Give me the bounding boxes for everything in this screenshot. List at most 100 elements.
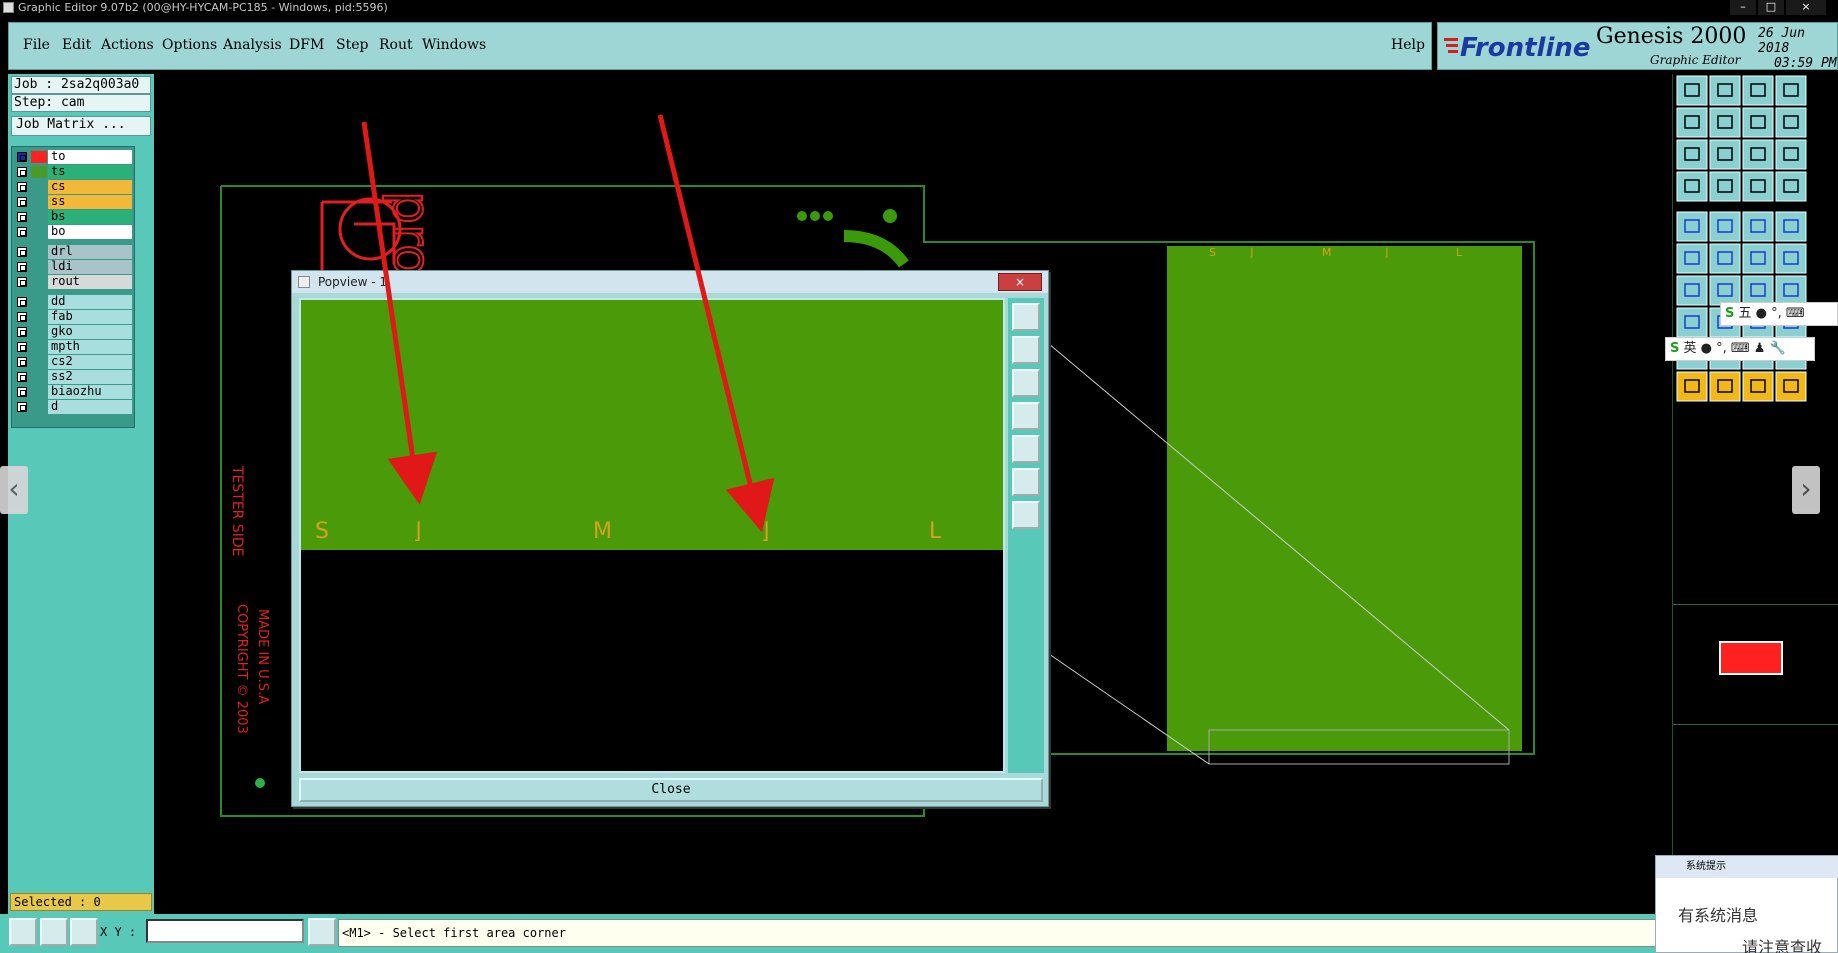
wrench-icon[interactable] [1775,275,1807,306]
layer-checkbox[interactable] [17,277,27,287]
popview-pan-left-icon[interactable] [1012,402,1040,430]
layer-checkbox[interactable] [17,357,27,367]
menu-actions[interactable]: Actions [101,37,154,53]
layer-checkbox[interactable] [17,227,27,237]
job-matrix-button[interactable]: Job Matrix ... [11,116,151,136]
layer-checkbox[interactable] [17,167,27,177]
point-icon[interactable] [1775,211,1807,242]
maximize-button[interactable]: □ [1758,0,1784,15]
menu-dfm[interactable]: DFM [289,37,324,53]
popview-close-x-button[interactable]: × [998,273,1042,291]
layer-checkbox[interactable] [17,387,27,397]
menu-edit[interactable]: Edit [62,37,91,53]
menu-help[interactable]: Help [1391,37,1425,53]
grid-mode-icon[interactable] [70,918,98,946]
layer-checkbox[interactable] [17,342,27,352]
menu-file[interactable]: File [23,37,50,53]
angle-icon[interactable] [1709,211,1741,242]
route-icon[interactable] [1775,243,1807,274]
pen-icon[interactable] [1742,275,1774,306]
copy-layer-icon[interactable] [1676,75,1708,106]
popview-zoom-window-icon[interactable] [1012,303,1040,331]
prev-arrow-icon[interactable]: ‹ [0,466,28,514]
layer-checkbox[interactable] [17,372,27,382]
layer-row-gko[interactable]: gko [12,325,136,339]
fit-height-icon[interactable] [1709,139,1741,170]
layer-checkbox[interactable] [17,197,27,207]
ruler-icon[interactable] [1742,211,1774,242]
minimize-button[interactable]: – [1730,0,1756,15]
align-left-icon[interactable] [1742,107,1774,138]
popview-zoom-out-icon[interactable] [1012,468,1040,496]
layer-checkbox[interactable] [17,327,27,337]
layer-row-ts[interactable]: ts [12,165,136,179]
layer-row-bo[interactable]: bo [12,225,136,239]
ime-bar[interactable]: S 五 ● °, ⌨ [1720,302,1838,326]
paste-layer-icon[interactable] [1709,75,1741,106]
pointer-alt-icon[interactable] [1709,371,1741,402]
pointer-icon[interactable] [1676,371,1708,402]
close-window-button[interactable]: × [1786,0,1826,15]
menu-rout[interactable]: Rout [379,37,413,53]
select-box-icon[interactable] [1676,307,1708,338]
layer-row-dd[interactable]: dd [12,295,136,309]
layer-row-d[interactable]: d [12,400,136,414]
split-view-icon[interactable] [1775,75,1807,106]
network-icon[interactable] [1676,243,1708,274]
move-left-icon[interactable] [1676,107,1708,138]
snap-mode-icon[interactable] [9,918,37,946]
layer-checkbox[interactable] [17,402,27,412]
move-right-icon[interactable] [1709,107,1741,138]
line-icon[interactable] [1676,275,1708,306]
next-arrow-icon[interactable]: › [1792,466,1820,514]
popview-pan-right-icon[interactable] [1012,435,1040,463]
layer-preview-swatch[interactable] [1719,641,1783,675]
layer-row-ss2[interactable]: ss2 [12,370,136,384]
home-icon[interactable] [1742,75,1774,106]
system-notification[interactable]: 系统提示 有系统消息 请注意查收 [1655,855,1838,953]
layer-row-cs2[interactable]: cs2 [12,355,136,369]
help-icon[interactable] [1775,139,1807,170]
curve-icon[interactable] [1709,275,1741,306]
camera-icon[interactable] [1676,211,1708,242]
layer-row-ldi[interactable]: ldi [12,260,136,274]
layer-row-drl[interactable]: drl [12,245,136,259]
cross-icon[interactable] [1709,243,1741,274]
layer-row-ss[interactable]: ss [12,195,136,209]
measure-icon[interactable] [1742,171,1774,202]
popview-zoom-in-icon[interactable] [1012,501,1040,529]
popview-pan-up-icon[interactable] [1012,336,1040,364]
layer-checkbox[interactable] [17,312,27,322]
key-icon[interactable] [1709,171,1741,202]
pointer-target-icon[interactable] [1742,371,1774,402]
layer-row-cs[interactable]: cs [12,180,136,194]
layer-checkbox[interactable] [17,262,27,272]
layer-row-biaozhu[interactable]: biaozhu [12,385,136,399]
path-icon[interactable] [1775,371,1807,402]
layer-checkbox[interactable] [17,297,27,307]
compare-icon[interactable] [1775,171,1807,202]
layer-row-to[interactable]: to [12,150,136,164]
popview-close-button[interactable]: Close [299,778,1043,802]
popview-canvas[interactable]: S ⌋ M ⌋ L [299,298,1005,773]
info-icon[interactable] [308,918,336,946]
scale-1-2-icon[interactable] [1742,139,1774,170]
measure-mode-icon[interactable] [40,918,68,946]
menu-options[interactable]: Options [162,37,217,53]
popview-pan-down-icon[interactable] [1012,369,1040,397]
layer-checkbox[interactable] [17,212,27,222]
connect-icon[interactable] [1742,243,1774,274]
layer-checkbox[interactable] [17,182,27,192]
ime-bar-secondary[interactable]: S 英 ● °, ⌨ ♟ 🔧 [1665,337,1815,361]
layer-row-rout[interactable]: rout [12,275,136,289]
fit-view-icon[interactable] [1676,139,1708,170]
layer-checkbox[interactable] [17,247,27,257]
layer-row-mpth[interactable]: mpth [12,340,136,354]
popview-title-bar[interactable]: Popview - 1 × [292,271,1048,293]
menu-step[interactable]: Step [336,37,368,53]
menu-windows[interactable]: Windows [422,37,486,53]
layer-row-fab[interactable]: fab [12,310,136,324]
menu-analysis[interactable]: Analysis [223,37,282,53]
snap-s-icon[interactable] [1775,107,1807,138]
settings-icon[interactable] [1676,171,1708,202]
